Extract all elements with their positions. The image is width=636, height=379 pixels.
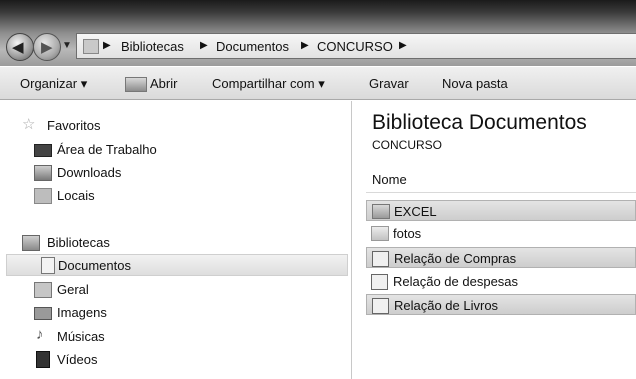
nav-item-imagens[interactable]: Imagens — [34, 302, 334, 324]
navigation-pane: ☆ Favoritos Área de Trabalho Downloads L… — [0, 101, 351, 379]
organize-button[interactable]: Organizar ▾ — [20, 76, 87, 92]
recent-places-icon — [34, 188, 52, 204]
document-icon — [372, 251, 389, 267]
documents-icon — [41, 257, 55, 274]
nav-item-geral[interactable]: Geral — [34, 279, 334, 301]
open-icon — [125, 77, 147, 92]
breadcrumb-concurso[interactable]: CONCURSO — [317, 39, 393, 54]
open-button[interactable]: Abrir — [150, 76, 177, 91]
desktop-icon — [34, 144, 52, 157]
address-bar[interactable]: ▶ Bibliotecas ▶ Documentos ▶ CONCURSO ▶ — [76, 33, 636, 59]
nav-item-label: Downloads — [57, 165, 122, 180]
share-with-button[interactable]: Compartilhar com ▾ — [212, 76, 325, 92]
folder-icon — [371, 226, 389, 241]
music-icon: ♪ — [36, 326, 44, 343]
nav-favorites[interactable]: ☆ Favoritos — [22, 115, 322, 137]
folder-icon — [372, 204, 390, 219]
file-item-relacao-de-compras[interactable]: Relação de Compras — [366, 247, 636, 268]
back-button[interactable]: ◀ — [6, 33, 34, 61]
nav-item-label: Geral — [57, 282, 89, 297]
breadcrumb-separator-icon[interactable]: ▶ — [103, 40, 111, 51]
file-name: Relação de Compras — [394, 251, 517, 266]
star-icon: ☆ — [22, 116, 36, 133]
nav-libraries-label: Bibliotecas — [47, 235, 110, 250]
library-icon — [22, 235, 40, 251]
videos-icon — [36, 351, 50, 368]
nav-libraries[interactable]: Bibliotecas — [22, 232, 322, 254]
file-item-relacao-de-livros[interactable]: Relação de Livros — [366, 294, 636, 315]
nav-item-label: Locais — [57, 188, 95, 203]
nav-item-videos[interactable]: Vídeos — [34, 349, 334, 371]
title-bar: ◀ ▶ ▼ ▶ Bibliotecas ▶ Documentos ▶ CONCU… — [0, 0, 636, 66]
general-icon — [34, 282, 52, 298]
document-icon — [371, 274, 388, 290]
breadcrumb-documentos[interactable]: Documentos — [216, 39, 289, 54]
nav-item-label: Área de Trabalho — [57, 142, 157, 157]
nav-item-label: Vídeos — [57, 352, 98, 367]
nav-favorites-label: Favoritos — [47, 118, 101, 133]
document-icon — [372, 298, 389, 314]
nav-item-label: Músicas — [57, 329, 105, 344]
arrow-right-icon: ▶ — [41, 39, 53, 56]
breadcrumb-separator-icon[interactable]: ▶ — [200, 40, 208, 51]
file-name: Relação de despesas — [393, 274, 519, 289]
nav-item-label: Documentos — [58, 258, 131, 273]
forward-button[interactable]: ▶ — [33, 33, 61, 61]
recent-pages-dropdown-icon[interactable]: ▼ — [62, 40, 72, 51]
file-name: Relação de Livros — [394, 298, 499, 313]
downloads-icon — [34, 165, 52, 181]
nav-item-label: Imagens — [57, 305, 107, 320]
command-bar: Organizar ▾ Abrir Compartilhar com ▾ Gra… — [0, 67, 636, 100]
column-header-divider — [366, 192, 636, 193]
burn-button[interactable]: Gravar — [369, 76, 409, 91]
content-pane: Biblioteca Documentos CONCURSO Nome EXCE… — [352, 101, 636, 379]
library-subtitle: CONCURSO — [372, 138, 443, 152]
explorer-window: ◀ ▶ ▼ ▶ Bibliotecas ▶ Documentos ▶ CONCU… — [0, 0, 636, 379]
nav-item-area-de-trabalho[interactable]: Área de Trabalho — [34, 139, 334, 161]
file-name: fotos — [393, 226, 422, 241]
file-name: EXCEL — [394, 204, 437, 219]
column-header-name[interactable]: Nome — [372, 172, 407, 187]
nav-item-locais[interactable]: Locais — [34, 185, 334, 207]
nav-item-musicas[interactable]: ♪ Músicas — [34, 326, 334, 348]
arrow-left-icon: ◀ — [12, 39, 24, 56]
breadcrumb-separator-icon[interactable]: ▶ — [301, 40, 309, 51]
nav-item-documentos[interactable]: Documentos — [6, 254, 348, 276]
file-item-relacao-de-despesas[interactable]: Relação de despesas — [366, 271, 636, 292]
new-folder-button[interactable]: Nova pasta — [442, 76, 508, 91]
library-title: Biblioteca Documentos — [372, 111, 587, 134]
file-item-excel[interactable]: EXCEL — [366, 200, 636, 221]
file-item-fotos[interactable]: fotos — [366, 223, 636, 244]
library-icon — [83, 39, 99, 54]
pictures-icon — [34, 307, 52, 320]
breadcrumb-bibliotecas[interactable]: Bibliotecas — [121, 39, 184, 54]
nav-item-downloads[interactable]: Downloads — [34, 162, 334, 184]
breadcrumb-separator-icon[interactable]: ▶ — [399, 40, 407, 51]
